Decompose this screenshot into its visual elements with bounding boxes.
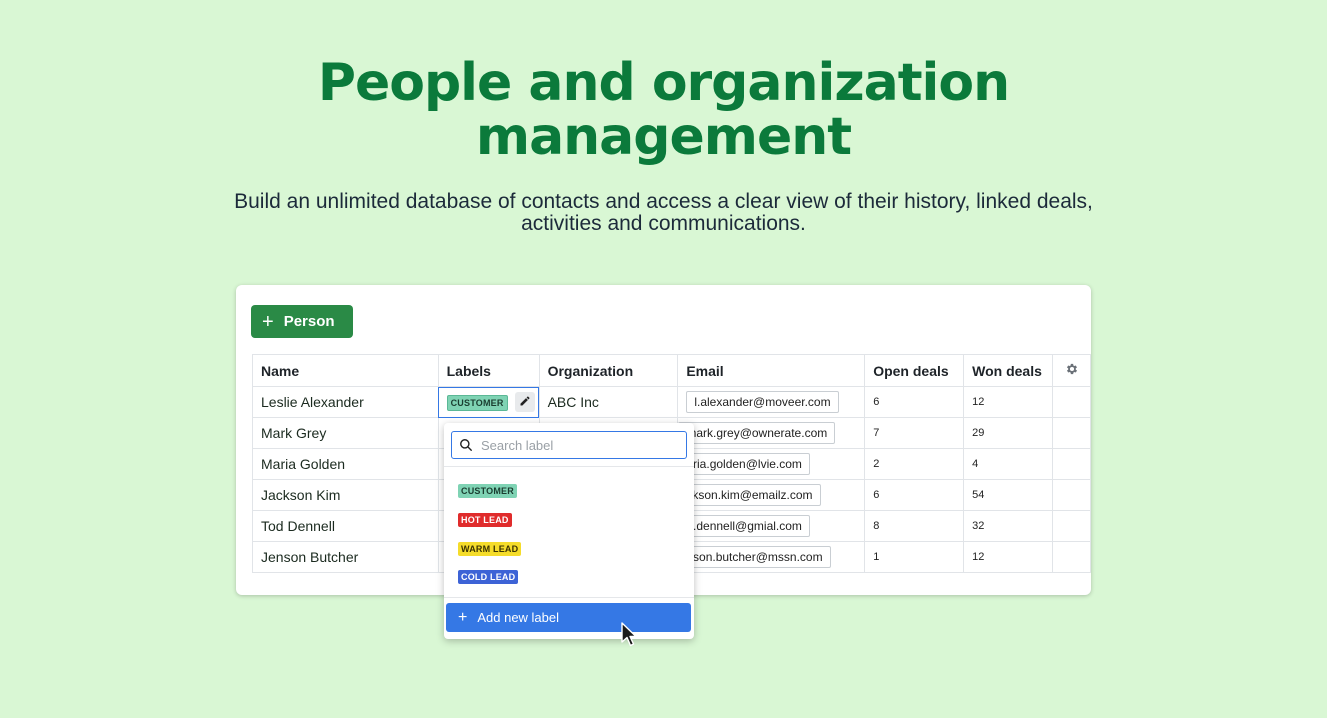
cell-empty [1052,510,1091,542]
email-chip[interactable]: ckson.kim@emailz.com [678,484,821,506]
column-settings[interactable] [1052,354,1091,387]
plus-icon: + [262,310,274,333]
cell-email[interactable]: nson.butcher@mssn.com [677,541,866,573]
add-person-button[interactable]: + Person [251,305,353,338]
column-header-labels[interactable]: Labels [437,354,540,387]
plus-icon: + [458,608,468,626]
cell-empty [1052,417,1091,449]
gear-icon[interactable] [1065,362,1079,376]
cell-name[interactable]: Jenson Butcher [252,541,439,573]
label-badge: CUSTOMER [446,394,508,411]
label-search-input[interactable] [479,436,673,454]
cell-won-deals[interactable]: 54 [963,479,1054,511]
hero-title: People and organization management [0,56,1327,164]
cell-email[interactable]: aria.golden@lvie.com [677,448,866,480]
label-badge: CUSTOMER [458,484,517,498]
cursor-icon [621,622,637,647]
cell-name[interactable]: Maria Golden [252,448,439,480]
add-new-label-text: Add new label [477,610,560,625]
cell-won-deals[interactable]: 32 [963,510,1054,542]
email-chip[interactable]: l.alexander@moveer.com [686,391,839,413]
column-header-organization[interactable]: Organization [538,354,679,387]
cell-won-deals[interactable]: 29 [963,417,1054,449]
cell-organization[interactable]: ABC Inc [538,386,679,418]
label-badge: WARM LEAD [458,542,522,556]
cell-open-deals[interactable]: 6 [864,479,965,511]
cell-name[interactable]: Tod Dennell [252,510,439,542]
label-badge: COLD LEAD [458,570,519,584]
cell-name[interactable]: Jackson Kim [252,479,439,511]
hero-title-line-2: management [475,107,852,167]
add-new-label-button[interactable]: + Add new label [446,603,691,632]
cell-empty [1052,479,1091,511]
cell-open-deals[interactable]: 1 [864,541,965,573]
label-option-customer[interactable]: CUSTOMER [458,481,517,499]
email-chip[interactable]: d.dennell@gmial.com [678,515,810,537]
label-option-hot-lead[interactable]: HOT LEAD [458,510,512,528]
cell-empty [1052,541,1091,573]
email-chip[interactable]: aria.golden@lvie.com [678,453,810,475]
table-header-row: Name Labels Organization Email Open deal… [252,354,1091,387]
label-search-box[interactable] [451,431,687,459]
label-dropdown: CUSTOMER HOT LEAD WARM LEAD COLD LEAD + … [444,423,694,639]
cell-email[interactable]: d.dennell@gmial.com [677,510,866,542]
cell-open-deals[interactable]: 6 [864,386,965,418]
cell-won-deals[interactable]: 12 [963,541,1054,573]
pencil-icon[interactable] [515,392,536,412]
cell-open-deals[interactable]: 7 [864,417,965,449]
cell-name[interactable]: Mark Grey [252,417,439,449]
cell-labels[interactable]: CUSTOMER [437,386,540,418]
hero-subtitle: Build an unlimited database of contacts … [234,190,1093,235]
label-option-warm-lead[interactable]: WARM LEAD [458,539,522,557]
column-header-won-deals[interactable]: Won deals [963,354,1054,387]
search-icon [460,439,472,451]
label-badge: HOT LEAD [458,513,512,527]
hero-title-line-1: People and organization [317,53,1010,113]
cell-open-deals[interactable]: 8 [864,510,965,542]
cell-won-deals[interactable]: 12 [963,386,1054,418]
cell-email[interactable]: l.alexander@moveer.com [677,386,866,418]
cell-open-deals[interactable]: 2 [864,448,965,480]
cell-won-deals[interactable]: 4 [963,448,1054,480]
email-chip[interactable]: nson.butcher@mssn.com [678,546,831,568]
column-header-name[interactable]: Name [252,354,439,387]
column-header-email[interactable]: Email [677,354,866,387]
cell-email[interactable]: mark.grey@ownerate.com [677,417,866,449]
divider [444,466,694,467]
table-row[interactable]: Leslie Alexander CUSTOMER ABC Inc l.alex… [252,386,1091,418]
column-header-open-deals[interactable]: Open deals [864,354,965,387]
cell-empty [1052,448,1091,480]
divider [444,597,694,598]
label-option-cold-lead[interactable]: COLD LEAD [458,567,519,585]
email-chip[interactable]: mark.grey@ownerate.com [678,422,836,444]
cell-empty [1052,386,1091,418]
cell-name[interactable]: Leslie Alexander [252,386,439,418]
add-person-label: Person [283,313,335,330]
cell-email[interactable]: ckson.kim@emailz.com [677,479,866,511]
